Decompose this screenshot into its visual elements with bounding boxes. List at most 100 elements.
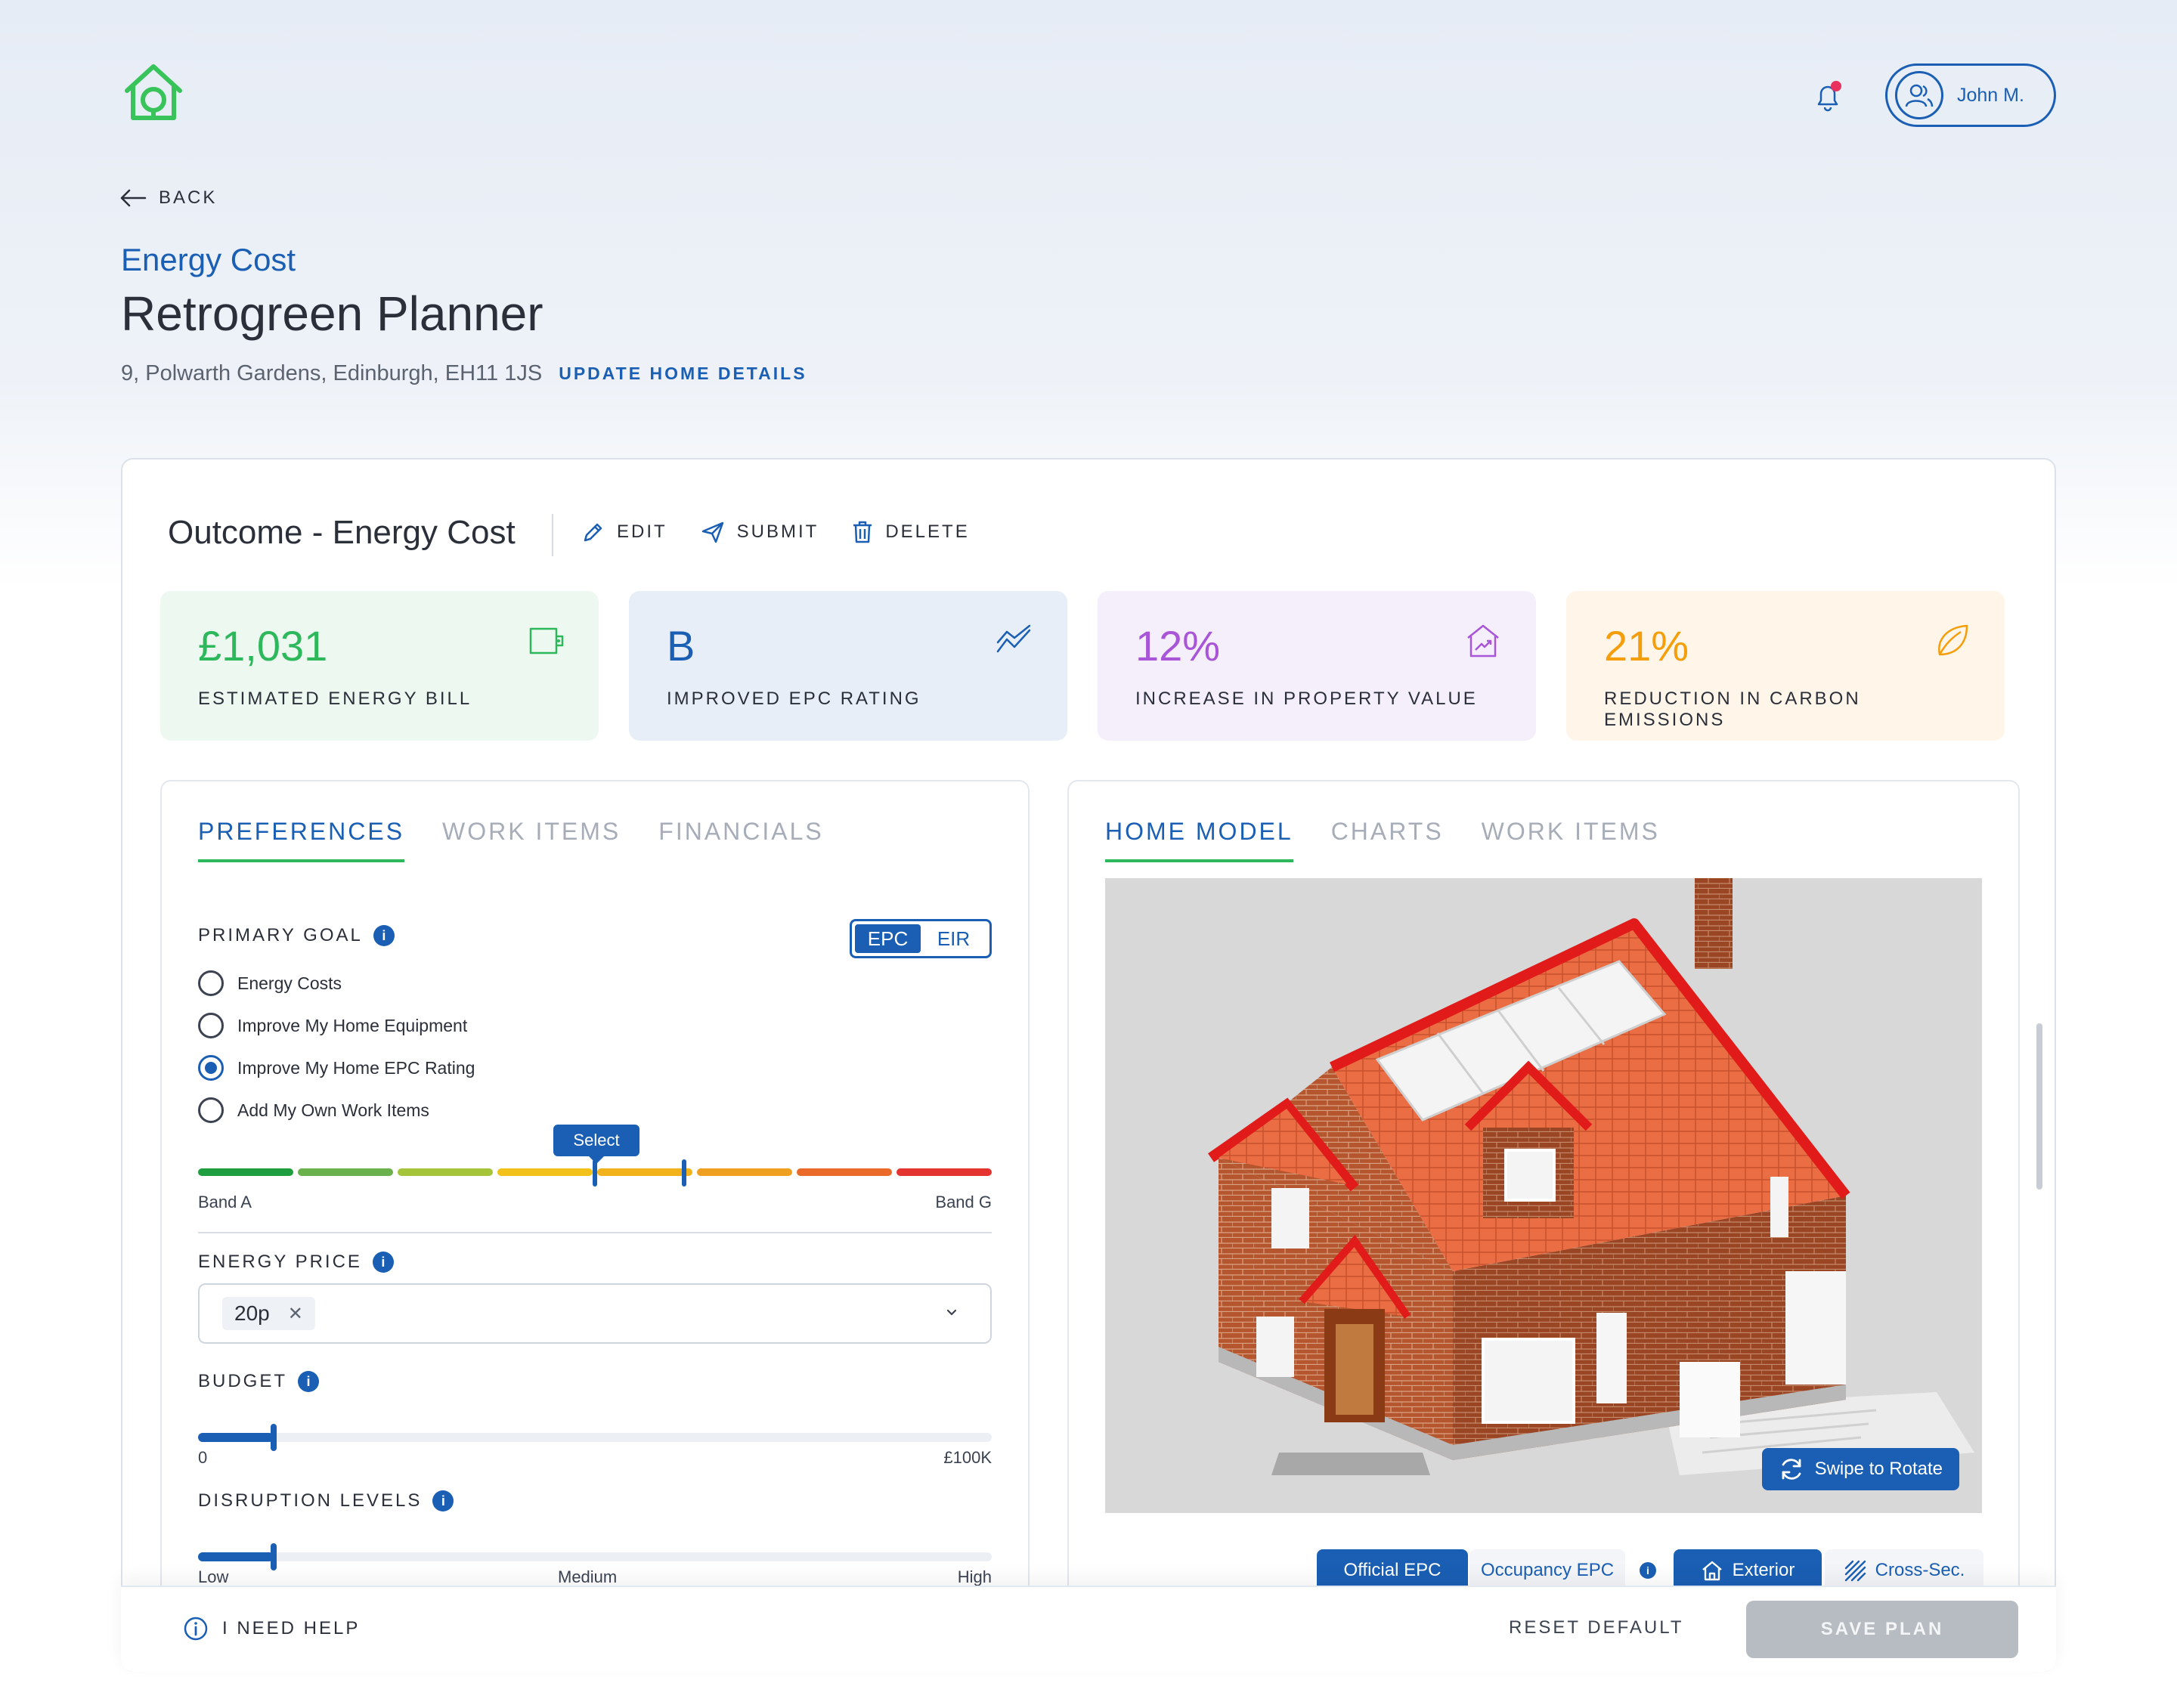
wallet-icon	[529, 627, 564, 654]
arrow-left-icon	[120, 189, 147, 207]
disruption-slider[interactable]	[198, 1543, 992, 1570]
stat-value: 21%	[1604, 622, 1689, 670]
delete-button[interactable]: DELETE	[852, 520, 969, 544]
back-label: BACK	[159, 187, 218, 208]
edit-button[interactable]: EDIT	[582, 520, 667, 544]
disruption-slider-thumb[interactable]	[270, 1543, 277, 1570]
save-plan-button[interactable]: SAVE PLAN	[1746, 1601, 2018, 1658]
send-icon	[701, 521, 723, 543]
band-handle-end[interactable]	[682, 1159, 686, 1187]
energy-price-text: ENERGY PRICE	[198, 1252, 362, 1272]
tab-charts[interactable]: CHARTS	[1331, 818, 1444, 862]
back-link[interactable]: BACK	[119, 187, 217, 209]
budget-slider-fill	[198, 1433, 274, 1442]
band-segment-1[interactable]	[198, 1168, 293, 1176]
exterior-label: Exterior	[1732, 1560, 1795, 1580]
scrollbar[interactable]	[2036, 1023, 2042, 1190]
update-home-details-link[interactable]: UPDATE HOME DETAILS	[559, 364, 807, 384]
user-name: John M.	[1957, 84, 2024, 106]
goal-option-own-items[interactable]: Add My Own Work Items	[198, 1097, 429, 1123]
footer-bar: I NEED HELP RESET DEFAULT SAVE PLAN	[121, 1586, 2056, 1672]
band-segment-8[interactable]	[897, 1168, 992, 1176]
band-segment-3[interactable]	[398, 1168, 493, 1176]
epc-eir-toggle[interactable]: EPC EIR	[850, 919, 992, 958]
tab-home-model[interactable]: HOME MODEL	[1105, 818, 1293, 862]
stat-card-epc-rating: B IMPROVED EPC RATING	[629, 591, 1067, 741]
right-tabs: HOME MODEL CHARTS WORK ITEMS	[1105, 818, 1660, 862]
breadcrumb[interactable]: Energy Cost	[121, 242, 296, 278]
info-icon[interactable]: i	[298, 1371, 320, 1392]
stat-card-carbon-reduction: 21% REDUCTION IN CARBON EMISSIONS	[1566, 591, 2005, 741]
cross-section-label: Cross-Sec.	[1875, 1560, 1965, 1580]
rotate-label: Swipe to Rotate	[1814, 1459, 1943, 1479]
trash-icon	[853, 521, 872, 543]
disruption-text: DISRUPTION LEVELS	[198, 1490, 423, 1511]
band-segment-4[interactable]	[497, 1168, 593, 1176]
tab-preferences[interactable]: PREFERENCES	[198, 818, 405, 862]
outcome-card: Outcome - Energy Cost EDIT SUBMIT DELETE…	[121, 458, 2056, 1672]
primary-goal-label: PRIMARY GOAL i	[198, 925, 395, 946]
user-avatar	[1895, 71, 1943, 119]
band-a-label: Band A	[198, 1193, 252, 1211]
tab-financials[interactable]: FINANCIALS	[658, 818, 823, 862]
disruption-label: DISRUPTION LEVELS i	[198, 1490, 454, 1512]
budget-max-label: £100K	[943, 1448, 992, 1467]
submit-button[interactable]: SUBMIT	[701, 520, 819, 544]
info-icon[interactable]: i	[372, 1252, 394, 1273]
pencil-icon	[584, 523, 602, 542]
home-address: 9, Polwarth Gardens, Edinburgh, EH11 1JS	[121, 361, 543, 385]
stat-value: 12%	[1135, 622, 1221, 670]
band-select-tooltip: Select	[553, 1125, 639, 1164]
goal-label: Improve My Home EPC Rating	[237, 1057, 475, 1078]
stat-label: REDUCTION IN CARBON EMISSIONS	[1604, 688, 1861, 730]
home-model-panel: HOME MODEL CHARTS WORK ITEMS Swipe to Ro…	[1067, 780, 2020, 1670]
close-icon[interactable]: ✕	[288, 1303, 303, 1325]
goal-option-equipment[interactable]: Improve My Home Equipment	[198, 1013, 467, 1038]
user-menu-button[interactable]: John M.	[1885, 63, 2056, 127]
house-icon	[1702, 1561, 1722, 1581]
stat-card-property-value: 12% INCREASE IN PROPERTY VALUE	[1098, 591, 1536, 741]
radio-button[interactable]	[198, 1013, 224, 1038]
band-g-label: Band G	[935, 1193, 992, 1211]
house-3d-model-icon	[1207, 878, 1974, 1475]
info-icon[interactable]: i	[1640, 1562, 1656, 1579]
info-icon[interactable]: i	[373, 925, 395, 946]
goal-label: Energy Costs	[237, 973, 342, 993]
info-icon[interactable]: i	[432, 1490, 454, 1512]
left-tabs: PREFERENCES WORK ITEMS FINANCIALS	[198, 818, 824, 862]
page-title: Retrogreen Planner	[121, 286, 543, 341]
disruption-low-label: Low	[198, 1567, 229, 1586]
band-handle-start[interactable]	[593, 1159, 597, 1187]
stat-label: IMPROVED EPC RATING	[667, 688, 921, 709]
radio-button[interactable]	[198, 970, 224, 996]
goal-option-epc-rating[interactable]: Improve My Home EPC Rating	[198, 1055, 475, 1081]
users-icon	[1905, 84, 1934, 107]
disruption-slider-fill	[198, 1552, 274, 1561]
need-help-button[interactable]: I NEED HELP	[183, 1616, 360, 1641]
goal-option-energy-costs[interactable]: Energy Costs	[198, 970, 342, 996]
swipe-to-rotate-button[interactable]: Swipe to Rotate	[1761, 1448, 1959, 1490]
tab-work-items-right[interactable]: WORK ITEMS	[1482, 818, 1660, 862]
toggle-eir[interactable]: EIR	[921, 924, 986, 953]
budget-text: BUDGET	[198, 1371, 288, 1391]
budget-slider[interactable]	[198, 1424, 992, 1451]
energy-price-label: ENERGY PRICE i	[198, 1252, 394, 1273]
disruption-medium-label: Medium	[558, 1567, 618, 1586]
band-segment-6[interactable]	[697, 1168, 792, 1176]
chevron-down-icon	[946, 1309, 957, 1316]
stat-label: INCREASE IN PROPERTY VALUE	[1135, 688, 1478, 709]
tab-work-items[interactable]: WORK ITEMS	[442, 818, 621, 862]
band-segment-2[interactable]	[298, 1168, 393, 1176]
toggle-epc[interactable]: EPC	[855, 924, 921, 953]
home-3d-viewer[interactable]: Swipe to Rotate	[1105, 878, 1982, 1513]
radio-button-selected[interactable]	[198, 1055, 224, 1081]
reset-default-button[interactable]: RESET DEFAULT	[1509, 1617, 1684, 1638]
retrogreen-logo-icon[interactable]	[121, 60, 186, 125]
radio-button[interactable]	[198, 1097, 224, 1123]
budget-slider-thumb[interactable]	[270, 1424, 277, 1451]
band-segment-5[interactable]	[597, 1168, 692, 1176]
notification-bell-icon[interactable]	[1813, 80, 1843, 113]
band-segment-7[interactable]	[797, 1168, 892, 1176]
stat-value: B	[667, 622, 695, 670]
energy-price-select[interactable]: 20p ✕	[198, 1283, 992, 1344]
